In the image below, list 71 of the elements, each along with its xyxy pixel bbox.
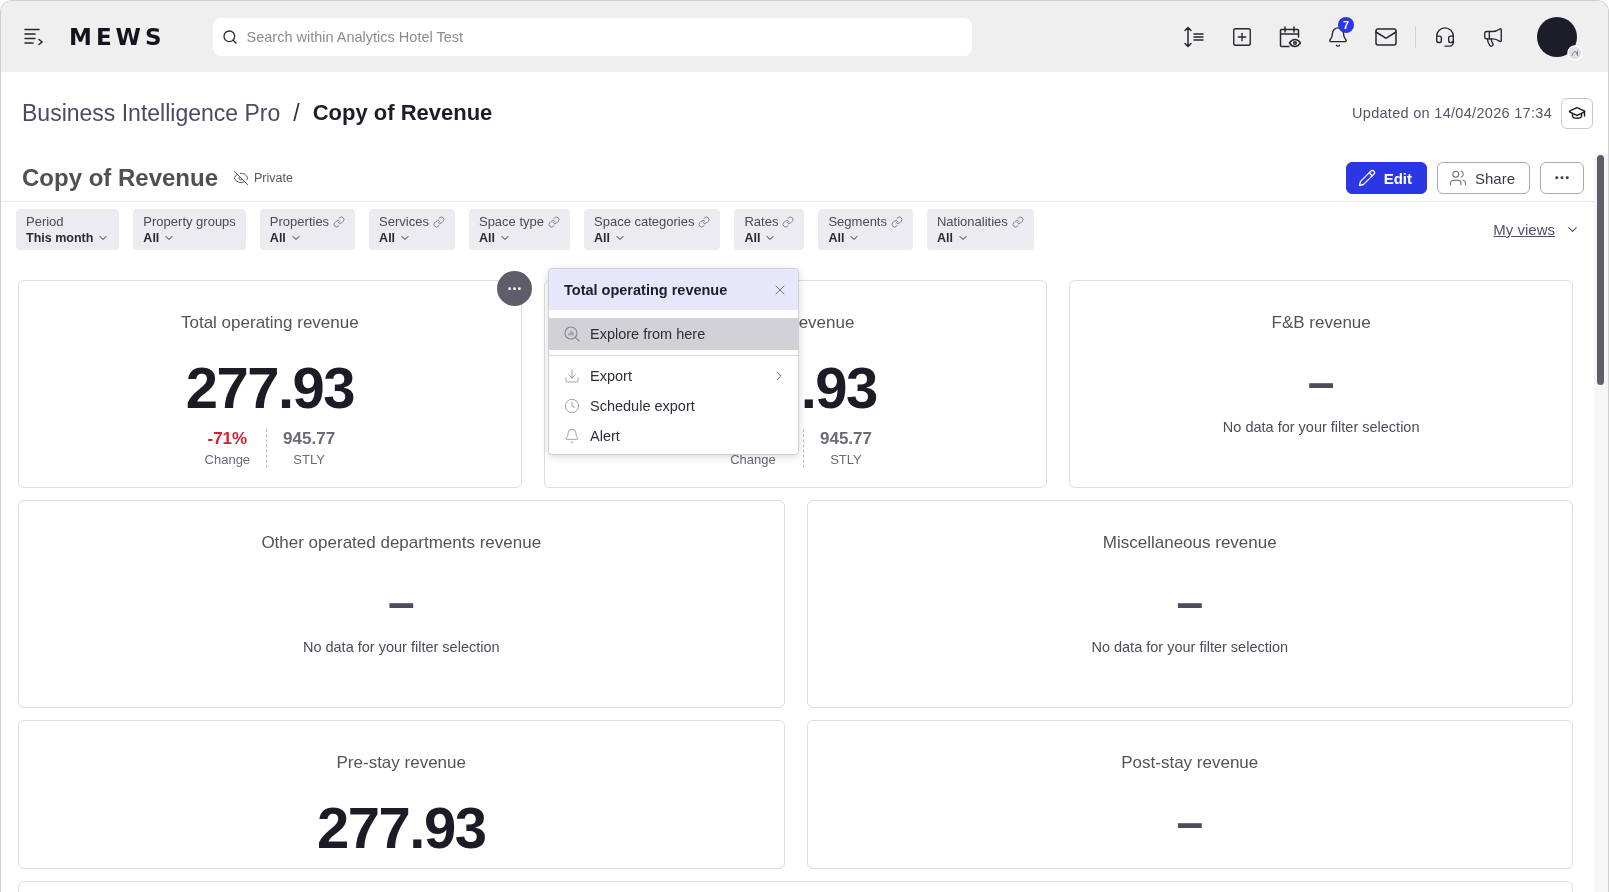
no-value-dash: –	[387, 588, 415, 618]
menu-icon	[24, 27, 44, 46]
graduation-cap-icon	[1568, 104, 1586, 122]
stly-label: STLY	[293, 452, 325, 468]
change-label: Change	[730, 452, 776, 468]
scrollbar-thumb[interactable]	[1597, 155, 1604, 385]
updated-timestamp: Updated on 14/04/2026 17:34	[1352, 105, 1552, 121]
filter-dropdown[interactable]: Nationalities All	[927, 209, 1034, 250]
filter-dropdown[interactable]: Rates All	[734, 209, 805, 250]
download-icon	[564, 368, 580, 384]
filter-dropdown[interactable]: Period This month	[16, 209, 120, 250]
filter-dropdown[interactable]: Segments All	[818, 209, 913, 250]
row-height-icon	[1183, 25, 1205, 48]
no-value-dash: –	[1176, 588, 1204, 618]
change-value: -71%	[207, 429, 248, 449]
learning-button[interactable]	[1561, 97, 1593, 129]
filter-dropdown[interactable]: Properties All	[259, 209, 356, 250]
card-title: Total operating revenue	[181, 312, 359, 334]
card-title: F&B revenue	[1271, 312, 1371, 334]
filter-dropdown[interactable]: Property groups All	[133, 209, 246, 250]
logo: MEWS	[69, 24, 166, 49]
my-views-link[interactable]: My views	[1493, 221, 1580, 238]
no-value-dash: –	[1307, 368, 1335, 398]
filter-dropdown[interactable]: Space categories All	[584, 209, 721, 250]
stly-value: 945.77	[283, 429, 336, 449]
menu-title: Total operating revenue	[564, 281, 728, 298]
metric-value: 277.93	[317, 796, 486, 860]
megaphone-icon	[1482, 25, 1504, 48]
card-title: Other operated departments revenue	[261, 532, 542, 554]
filter-dropdown[interactable]: Services All	[369, 209, 455, 250]
card-title: Pre-stay revenue	[336, 752, 466, 774]
breadcrumb-link[interactable]: Business Intelligence Pro	[22, 99, 281, 127]
menu-item[interactable]: Explore from here	[549, 318, 798, 350]
search-field[interactable]: Search within Analytics Hotel Test	[212, 17, 972, 56]
no-value-dash: –	[1176, 808, 1204, 838]
metric-value: .93	[800, 356, 877, 420]
chart-search-icon	[564, 326, 580, 342]
card-title: evenue	[798, 312, 855, 334]
share-button[interactable]: Share	[1436, 162, 1530, 194]
search-icon	[221, 28, 238, 45]
notification-count: 7	[1338, 16, 1354, 33]
ellipsis-icon	[1555, 176, 1569, 180]
people-icon	[1448, 169, 1467, 187]
page-title: Copy of Revenue	[22, 164, 219, 192]
breadcrumb-separator: /	[293, 99, 300, 127]
menu-item[interactable]: Alert	[549, 421, 798, 451]
clock-icon	[564, 398, 580, 414]
stly-value: 945.77	[820, 429, 872, 449]
stly-label: STLY	[830, 452, 862, 468]
eye-off-icon	[233, 170, 250, 186]
menu-item[interactable]: Schedule export	[549, 391, 798, 421]
no-data-message: No data for your filter selection	[1222, 418, 1420, 436]
no-data-message: No data for your filter selection	[1091, 638, 1289, 656]
menu-item[interactable]: Export	[549, 361, 798, 391]
bell-icon	[564, 428, 580, 444]
card-options-button[interactable]	[497, 271, 532, 306]
ellipsis-icon	[508, 286, 521, 291]
visibility-label: Private	[254, 171, 293, 185]
plus-square-icon	[1231, 25, 1253, 48]
edit-button[interactable]: Edit	[1345, 162, 1427, 194]
calendar-eye-icon	[1279, 25, 1301, 48]
card-title: Post-stay revenue	[1121, 752, 1259, 774]
metric-value: 277.93	[185, 356, 355, 420]
breadcrumb-link[interactable]: Copy of Revenue	[312, 100, 493, 126]
card-title: Miscellaneous revenue	[1102, 532, 1277, 554]
no-data-message: No data for your filter selection	[302, 638, 500, 656]
headset-icon	[1434, 25, 1456, 48]
change-label: Change	[204, 452, 251, 468]
filter-dropdown[interactable]: Space type All	[468, 209, 570, 250]
avatar-badge-icon	[1567, 44, 1583, 61]
pencil-icon	[1357, 169, 1376, 187]
